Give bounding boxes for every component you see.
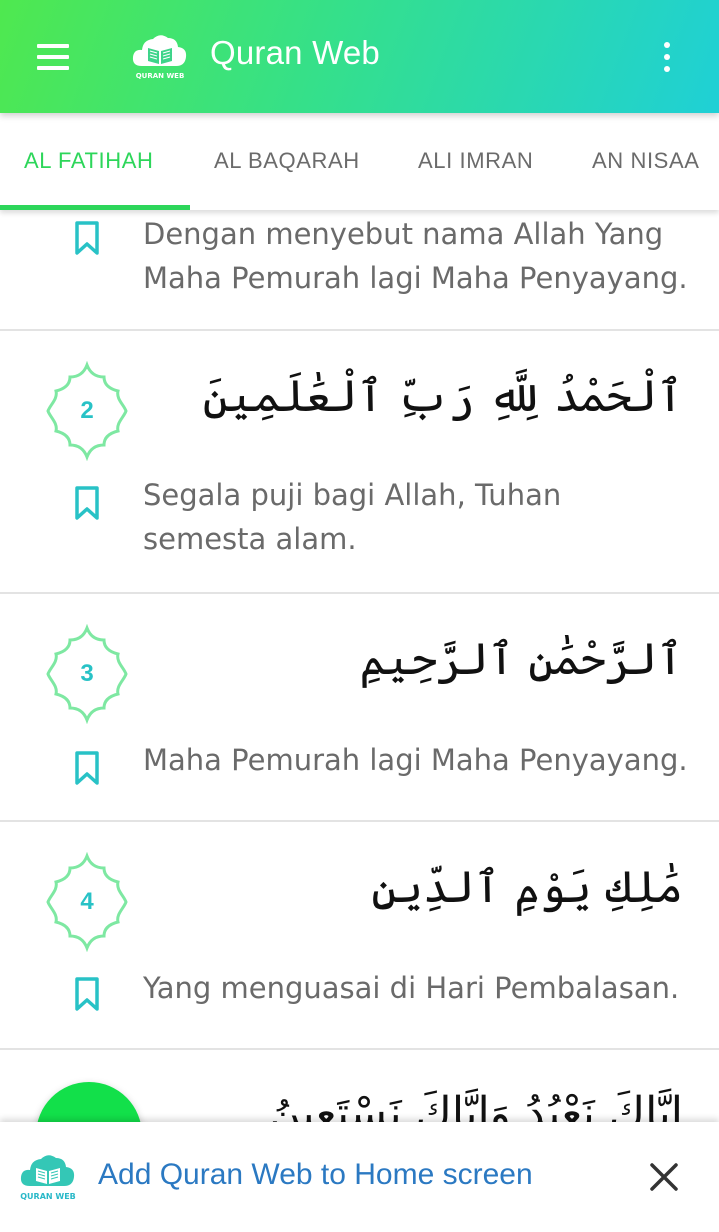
tab-an-nisaa[interactable]: AN NISAA <box>592 113 700 210</box>
banner-logo-text: QURAN WEB <box>20 1192 76 1201</box>
bookmark-icon[interactable] <box>72 220 102 256</box>
add-to-home-text[interactable]: Add Quran Web to Home screen <box>98 1158 533 1192</box>
close-icon[interactable] <box>645 1158 683 1196</box>
verse-translation: Dengan menyebut nama Allah Yang Maha Pem… <box>143 217 688 295</box>
verse-translation: Segala puji bagi Allah, Tuhan semesta al… <box>143 478 562 556</box>
verse-arabic: ٱلرَّحْمَٰنِ ٱلرَّحِيمِ <box>359 634 683 685</box>
menu-icon[interactable] <box>33 40 73 74</box>
app-title: Quran Web <box>210 34 380 71</box>
verse-number: 4 <box>80 888 94 915</box>
cloud-book-icon <box>20 1155 75 1186</box>
verse-list[interactable]: Dengan menyebut nama Allah Yang Maha Pem… <box>0 210 719 1122</box>
tab-ali-imran[interactable]: ALI IMRAN <box>418 113 533 210</box>
app-logo: QURAN WEB <box>130 32 190 84</box>
cloud-book-icon <box>132 35 187 66</box>
verse-translation: Maha Pemurah lagi Maha Penyayang. <box>143 743 688 777</box>
verse-item: Dengan menyebut nama Allah Yang Maha Pem… <box>0 210 719 331</box>
active-tab-indicator <box>0 205 190 210</box>
verse-translation: Yang menguasai di Hari Pembalasan. <box>143 971 680 1005</box>
tab-al-fatihah[interactable]: AL FATIHAH <box>24 113 153 210</box>
verse-number-badge: 3 <box>44 623 130 725</box>
verse-item: 4 مَٰلِكِ يَوْمِ ٱلدِّينِ Yang menguasai… <box>0 822 719 1050</box>
bookmark-icon[interactable] <box>72 750 102 786</box>
more-vert-icon[interactable] <box>655 40 679 74</box>
add-to-home-banner[interactable]: QURAN WEB Add Quran Web to Home screen <box>0 1122 719 1232</box>
banner-logo: QURAN WEB <box>18 1152 78 1204</box>
bookmark-icon[interactable] <box>72 485 102 521</box>
logo-text: QURAN WEB <box>135 72 185 80</box>
surah-tabs: AL FATIHAH AL BAQARAH ALI IMRAN AN NISAA <box>0 113 719 210</box>
verse-number-badge: 2 <box>44 360 130 462</box>
bookmark-icon[interactable] <box>72 976 102 1012</box>
verse-arabic: مَٰلِكِ يَوْمِ ٱلدِّينِ <box>371 862 683 913</box>
verse-arabic: إِيَّاكَ نَعْبُدُ وَإِيَّاكَ نَسْتَعِينُ <box>268 1088 683 1122</box>
app-bar: QURAN WEB Quran Web <box>0 0 719 113</box>
verse-number: 3 <box>80 660 94 687</box>
tab-al-baqarah[interactable]: AL BAQARAH <box>214 113 360 210</box>
verse-number-badge: 4 <box>44 851 130 953</box>
verse-item: 2 ٱلْحَمْدُ لِلَّهِ رَبِّ ٱلْعَٰلَمِينَ … <box>0 331 719 594</box>
verse-item: 3 ٱلرَّحْمَٰنِ ٱلرَّحِيمِ Maha Pemurah l… <box>0 594 719 822</box>
verse-arabic: ٱلْحَمْدُ لِلَّهِ رَبِّ ٱلْعَٰلَمِينَ <box>202 371 683 422</box>
verse-number: 2 <box>80 397 94 424</box>
